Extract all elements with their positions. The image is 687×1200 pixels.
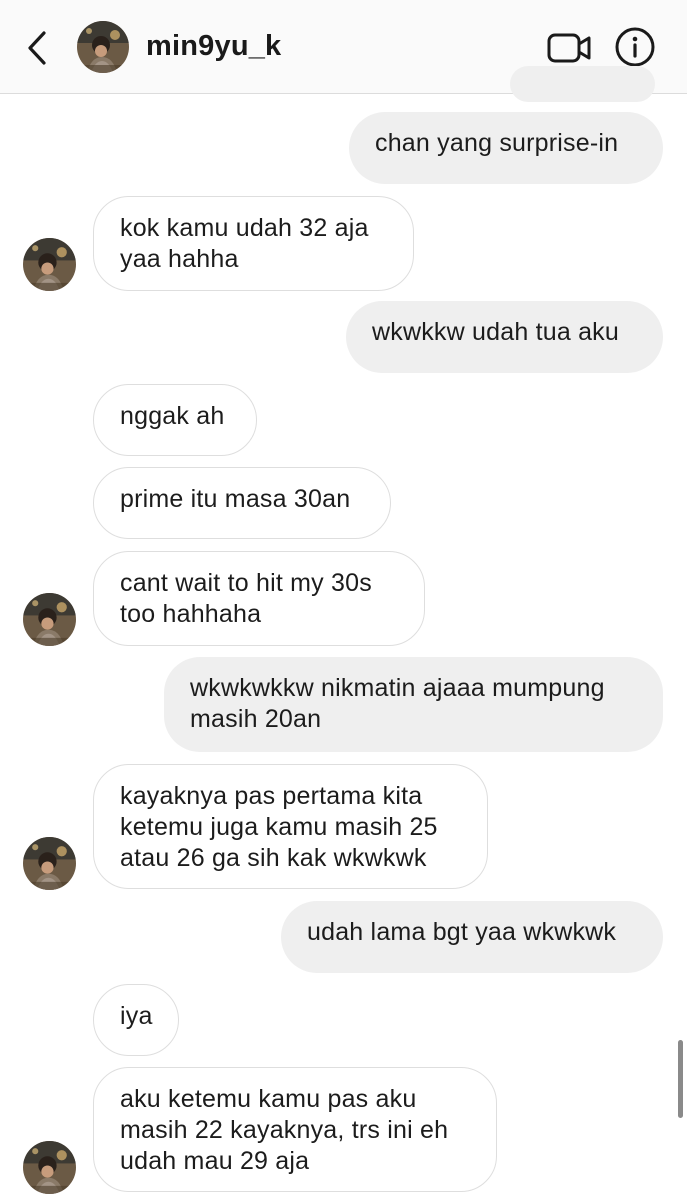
message-bubble-sent[interactable]: wkwkkw udah tua aku: [346, 301, 663, 373]
message-bubble-received[interactable]: aku ketemu kamu pas aku masih 22 kayakny…: [93, 1067, 497, 1192]
avatar-image: [23, 238, 76, 291]
message-bubble-received[interactable]: iya: [93, 984, 179, 1056]
previous-message-bubble: [510, 66, 655, 102]
message-text: cant wait to hit my 30s: [120, 569, 372, 597]
message-text: prime itu masa 30an: [120, 485, 351, 513]
message-bubble-sent[interactable]: chan yang surprise-in: [349, 112, 663, 184]
message-text: kok kamu udah 32 aja: [120, 214, 369, 242]
sender-avatar[interactable]: [23, 593, 76, 646]
scrollbar[interactable]: [678, 1040, 683, 1118]
message-text: nggak ah: [120, 402, 225, 430]
message-bubble-received[interactable]: kayaknya pas pertama kita ketemu juga ka…: [93, 764, 488, 889]
video-call-button[interactable]: [546, 30, 592, 66]
avatar-image: [23, 1141, 76, 1194]
message-bubble-received[interactable]: prime itu masa 30an: [93, 467, 391, 539]
message-text: too hahhaha: [120, 600, 262, 628]
message-text: yaa hahha: [120, 245, 239, 273]
sender-avatar[interactable]: [23, 1141, 76, 1194]
message-text: masih 22 kayaknya, trs ini eh: [120, 1116, 449, 1144]
avatar-image: [23, 837, 76, 890]
chat-username[interactable]: min9yu_k: [146, 30, 281, 63]
back-button[interactable]: [18, 26, 58, 70]
info-button[interactable]: [614, 26, 656, 68]
message-text: wkwkkw udah tua aku: [372, 318, 619, 346]
message-text: kayaknya pas pertama kita: [120, 782, 423, 810]
video-camera-icon: [547, 33, 591, 63]
message-text: aku ketemu kamu pas aku: [120, 1085, 417, 1113]
sender-avatar[interactable]: [23, 837, 76, 890]
header-avatar[interactable]: [77, 21, 129, 73]
message-text: wkwkwkkw nikmatin ajaaa mumpung: [190, 674, 605, 702]
message-bubble-sent[interactable]: wkwkwkkw nikmatin ajaaa mumpung masih 20…: [164, 657, 663, 752]
message-text: masih 20an: [190, 705, 322, 733]
message-text: udah lama bgt yaa wkwkwk: [307, 918, 617, 946]
info-icon: [615, 27, 655, 67]
avatar-image: [77, 21, 129, 73]
message-bubble-received[interactable]: cant wait to hit my 30s too hahhaha: [93, 551, 425, 646]
avatar-image: [23, 593, 76, 646]
chevron-left-icon: [28, 31, 46, 65]
message-text: udah mau 29 aja: [120, 1147, 310, 1175]
message-text: atau 26 ga sih kak wkwkwk: [120, 844, 427, 872]
message-text: ketemu juga kamu masih 25: [120, 813, 438, 841]
message-text: iya: [120, 1002, 153, 1030]
sender-avatar[interactable]: [23, 238, 76, 291]
message-bubble-received[interactable]: kok kamu udah 32 aja yaa hahha: [93, 196, 414, 291]
message-text: chan yang surprise-in: [375, 129, 619, 157]
message-bubble-sent[interactable]: udah lama bgt yaa wkwkwk: [281, 901, 663, 973]
message-bubble-received[interactable]: nggak ah: [93, 384, 257, 456]
